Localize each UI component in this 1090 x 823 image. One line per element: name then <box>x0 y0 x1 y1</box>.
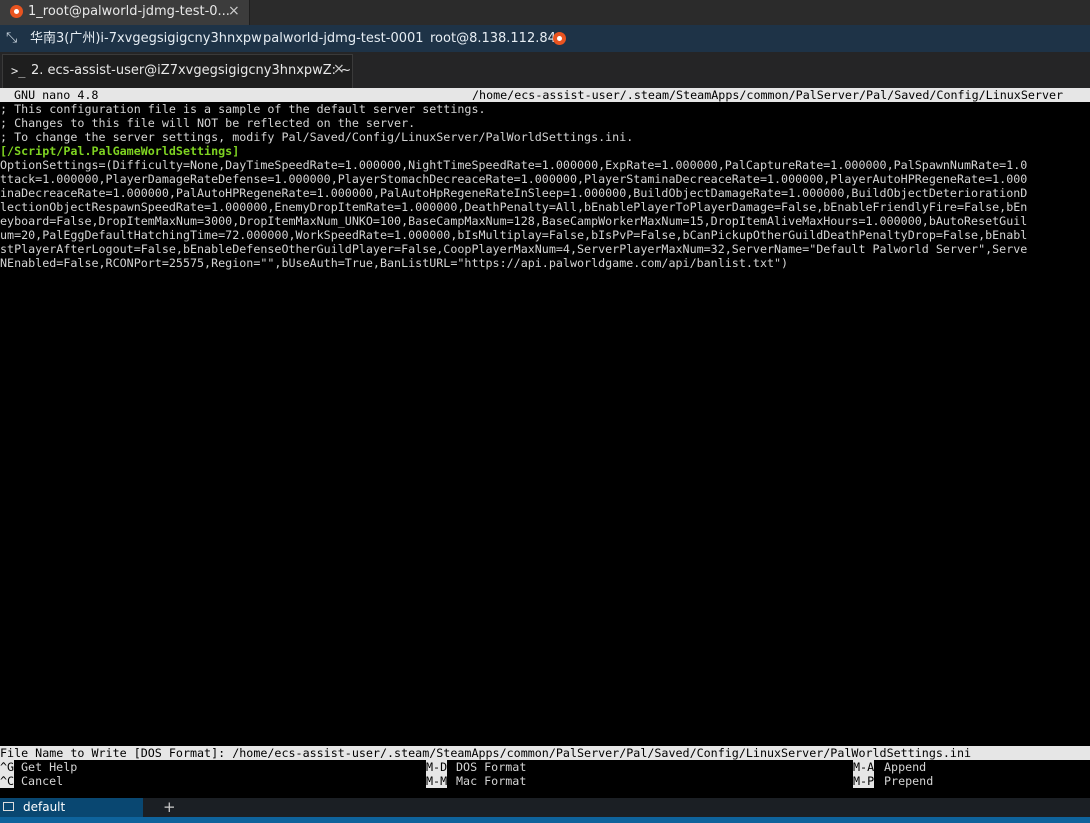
shortcut-label: Mac Format <box>456 774 527 788</box>
status-bar <box>0 817 1090 823</box>
file-line: eyboard=False,DropItemMaxNum=3000,DropIt… <box>0 214 1028 228</box>
shortcut-key: M-D <box>426 760 448 774</box>
shortcut-row: ^G Get Help M-D DOS Format M-A Append <box>0 760 1090 774</box>
nano-title-bar: GNU nano 4.8 /home/ecs-assist-user/.stea… <box>0 88 1090 102</box>
file-line: ; This configuration file is a sample of… <box>0 102 486 116</box>
bottom-panel: default + <box>0 798 1090 823</box>
shortcut-label: Prepend <box>884 774 934 788</box>
file-line: lectionObjectRespawnSpeedRate=1.000000,E… <box>0 200 1028 214</box>
nano-version: GNU nano 4.8 <box>14 88 99 102</box>
section-header-line: [/Script/Pal.PalGameWorldSettings] <box>0 144 240 158</box>
instance-region: 华南3(广州)i-7xvgegsigigcny3hnxpw <box>30 31 262 46</box>
file-line: OptionSettings=(Difficulty=None,DayTimeS… <box>0 158 1028 172</box>
window-tab-bar: 1_root@palworld-jdmg-test-0... × <box>0 0 1090 25</box>
shortcut-key: ^C <box>0 774 15 788</box>
file-line: NEnabled=False,RCONPort=25575,Region="",… <box>0 256 789 270</box>
shortcut-row: ^C Cancel M-M Mac Format M-P Prepend <box>0 774 1090 788</box>
file-line: ttack=1.000000,PlayerDamageRateDefense=1… <box>0 172 1028 186</box>
shortcut-label: Append <box>884 760 927 774</box>
file-line: stPlayerAfterLogout=False,bEnableDefense… <box>0 242 1028 256</box>
close-icon[interactable]: × <box>333 53 345 85</box>
shortcut-key: ^G <box>0 760 15 774</box>
file-line: inaDecreaceRate=1.000000,PalAutoHPRegene… <box>0 186 1028 200</box>
shortcut-label: Cancel <box>21 774 64 788</box>
session-tab-title: 2. ecs-assist-user@iZ7xvgegsigigcny3hnxp… <box>31 63 352 78</box>
instance-user: root@8.138.112.84 <box>430 31 556 46</box>
instance-name: palworld-jdmg-test-0001 <box>263 31 424 46</box>
shortcut-key: M-A <box>853 760 875 774</box>
shortcut-key: M-M <box>426 774 448 788</box>
file-line: ; To change the server settings, modify … <box>0 130 634 144</box>
session-tab[interactable]: >_ 2. ecs-assist-user@iZ7xvgegsigigcny3h… <box>2 54 353 88</box>
file-line: um=20,PalEggDefaultHatchingTime=72.00000… <box>0 228 1028 242</box>
ubuntu-icon <box>553 32 566 45</box>
terminal-icon <box>3 802 14 811</box>
terminal-icon: >_ <box>11 64 26 78</box>
shortcut-key: M-P <box>853 774 875 788</box>
shortcut-label: DOS Format <box>456 760 527 774</box>
window-tab[interactable]: 1_root@palworld-jdmg-test-0... × <box>0 0 250 25</box>
close-icon[interactable]: × <box>228 0 240 23</box>
terminal-profile-tab[interactable]: default <box>0 798 143 817</box>
terminal-area[interactable]: GNU nano 4.8 /home/ecs-assist-user/.stea… <box>0 88 1090 798</box>
shortcut-label: Get Help <box>21 760 78 774</box>
nano-file-path: /home/ecs-assist-user/.steam/SteamApps/c… <box>472 88 1064 102</box>
file-line: ; Changes to this file will NOT be refle… <box>0 116 416 130</box>
terminal-profile-label: default <box>23 800 66 814</box>
expand-icon[interactable]: ⤡ <box>6 25 17 52</box>
filename-prompt[interactable]: File Name to Write [DOS Format]: /home/e… <box>0 746 1090 760</box>
add-tab-button[interactable]: + <box>163 798 176 817</box>
window-tab-title: 1_root@palworld-jdmg-test-0... <box>28 4 230 19</box>
instance-info-bar: ⤡ 华南3(广州)i-7xvgegsigigcny3hnxpw palworld… <box>0 25 1090 52</box>
ubuntu-icon <box>10 5 23 18</box>
session-tab-bar: >_ 2. ecs-assist-user@iZ7xvgegsigigcny3h… <box>0 52 1090 88</box>
